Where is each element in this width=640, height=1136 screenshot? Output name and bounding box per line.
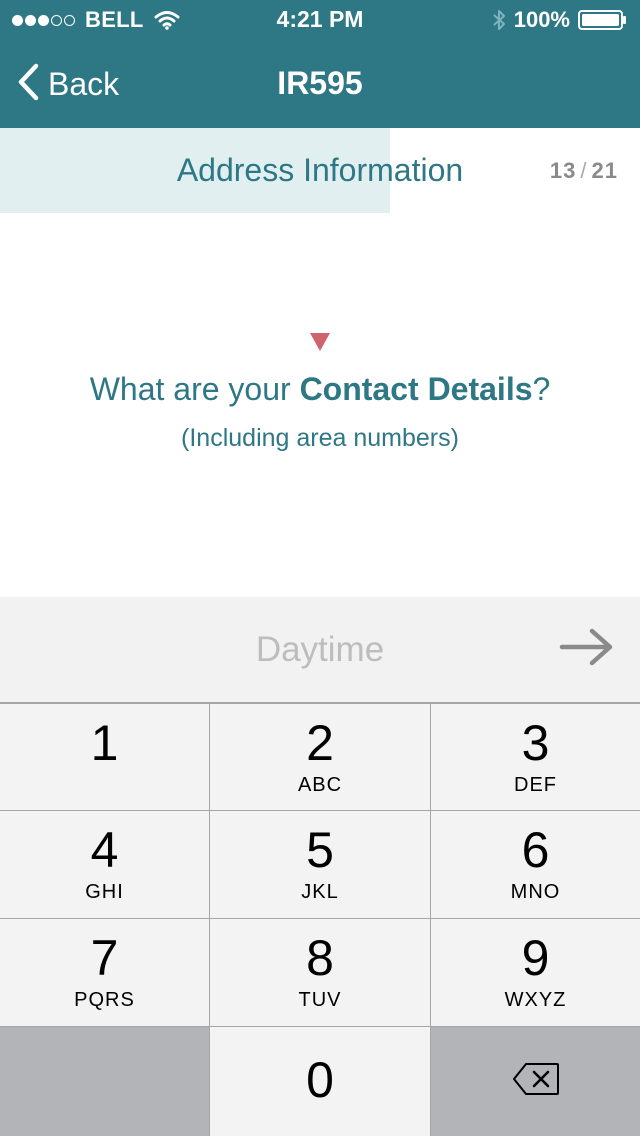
question-area: What are your Contact Details? (Includin… [0,213,640,597]
back-label: Back [48,65,120,102]
key-letters: MNO [510,881,561,903]
bluetooth-icon [492,8,506,32]
key-letters: TUV [298,989,342,1011]
key-1[interactable]: 1 [0,704,209,810]
key-number: 9 [521,930,550,986]
key-number: 4 [90,822,119,878]
key-number: 6 [521,822,550,878]
key-letters: WXYZ [504,989,567,1011]
key-number: 8 [306,930,334,986]
back-button[interactable]: Back [16,62,119,106]
key-7[interactable]: 7 PQRS [0,919,209,1026]
section-progress: Address Information 13/21 [0,128,640,213]
arrow-right-icon [559,627,615,672]
key-number: 3 [521,715,550,771]
next-button[interactable] [556,627,618,671]
input-bar [0,597,640,703]
key-number: 1 [90,715,119,771]
nav-bar: Back IR595 [0,40,640,128]
triangle-down-icon [310,333,330,356]
battery-percent: 100% [513,7,570,32]
step-separator: / [580,158,588,183]
key-number: 2 [306,715,334,771]
numeric-keypad: 1 2 ABC 3 DEF 4 GHI 5 JKL 6 MNO 7 PQRS 8… [0,703,640,1136]
question-subtitle: (Including area numbers) [181,424,459,452]
chevron-left-icon [16,63,40,106]
current-step: 13 [549,158,577,183]
key-2[interactable]: 2 ABC [210,704,430,810]
key-letters: JKL [301,881,339,903]
delete-key[interactable] [431,1027,640,1136]
key-3[interactable]: 3 DEF [431,704,640,810]
key-number: 7 [90,930,119,986]
key-6[interactable]: 6 MNO [431,811,640,918]
backspace-icon [512,1062,560,1101]
total-steps: 21 [591,158,618,183]
key-number: 0 [306,1052,334,1108]
question-suffix: ? [532,371,551,407]
step-counter: 13/21 [550,158,618,184]
status-bar: BELL 4:21 PM 100% [0,0,640,40]
key-8[interactable]: 8 TUV [210,919,430,1026]
daytime-phone-input[interactable] [120,623,520,677]
key-blank [0,1027,209,1136]
question-emphasis: Contact Details [299,371,533,407]
question-prefix: What are your [89,371,300,407]
key-letters: ABC [297,774,343,796]
section-title: Address Information [176,152,464,188]
question-text: What are your Contact Details? [0,371,640,408]
key-4[interactable]: 4 GHI [0,811,209,918]
key-number: 5 [306,822,334,878]
key-letters: PQRS [74,989,135,1011]
key-5[interactable]: 5 JKL [210,811,430,918]
key-letters: GHI [85,881,124,903]
battery-icon [578,9,628,31]
key-letters: DEF [514,774,557,796]
app-header: BELL 4:21 PM 100% Back IR595 [0,0,640,128]
key-9[interactable]: 9 WXYZ [431,919,640,1026]
key-0[interactable]: 0 [210,1027,430,1136]
status-right: 100% [492,6,628,34]
